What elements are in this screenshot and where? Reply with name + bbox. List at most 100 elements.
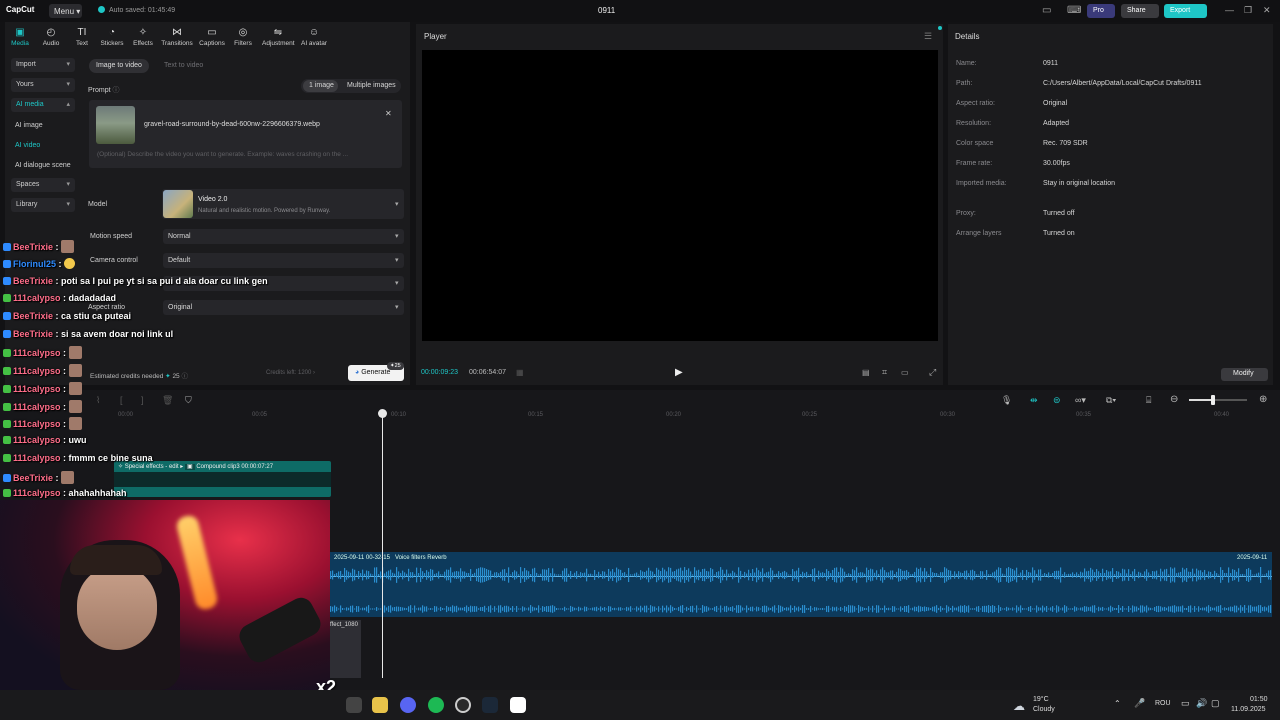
- language-indicator[interactable]: ROU: [1155, 700, 1171, 707]
- maximize-icon[interactable]: ❐: [1244, 5, 1252, 16]
- tool-captions[interactable]: ▭ Captions: [196, 27, 228, 47]
- wave-bar: [1032, 567, 1034, 583]
- model-select[interactable]: [162, 189, 404, 219]
- share-button[interactable]: Share: [1121, 4, 1159, 18]
- tab-text-to-video[interactable]: Text to video: [157, 59, 210, 73]
- ratio-icon[interactable]: ▭: [901, 368, 909, 377]
- minimize-icon[interactable]: —: [1225, 5, 1234, 15]
- layout-icon[interactable]: ▭: [1042, 5, 1051, 16]
- delete-icon[interactable]: 🗑: [162, 395, 173, 406]
- wave-bar: [506, 572, 508, 578]
- camera-select[interactable]: [163, 253, 404, 268]
- effect-clip[interactable]: [325, 620, 361, 678]
- tool-stickers[interactable]: ◔ Stickers: [96, 27, 128, 47]
- file-explorer-icon[interactable]: [372, 697, 388, 713]
- clock-time[interactable]: 01:50: [1250, 696, 1268, 703]
- tool-ai-avatar[interactable]: ☺ AI avatar: [298, 27, 330, 47]
- tool-adjustment[interactable]: ⇋ Adjustment: [262, 27, 295, 47]
- hamburger-icon[interactable]: ☰: [924, 31, 932, 42]
- wave-bar: [526, 570, 528, 580]
- zoom-slider-handle[interactable]: [1211, 395, 1215, 405]
- trim-right-icon[interactable]: ]: [141, 395, 144, 405]
- tool-filters[interactable]: ◎ Filters: [227, 27, 259, 47]
- wave-bar: [576, 571, 578, 579]
- capcut-icon[interactable]: [510, 697, 526, 713]
- sidebar-item-ai-image[interactable]: AI image: [15, 122, 43, 129]
- microphone-icon[interactable]: 🎙: [1001, 395, 1012, 406]
- wave-bar: [460, 607, 462, 611]
- spotify-icon[interactable]: [428, 697, 444, 713]
- export-button[interactable]: Export: [1164, 4, 1207, 18]
- wave-bar: [1130, 608, 1132, 610]
- detail-value: Stay in original location: [1043, 180, 1115, 187]
- crop-icon[interactable]: ⌗: [882, 367, 887, 378]
- remove-image-icon[interactable]: ✕: [385, 109, 392, 118]
- video-preview[interactable]: [422, 50, 938, 341]
- aspect-select[interactable]: [163, 300, 404, 315]
- link-icon[interactable]: ⇹: [1030, 395, 1038, 406]
- mic-tray-icon[interactable]: 🎤: [1134, 698, 1145, 709]
- multiple-images-button[interactable]: Multiple images: [347, 82, 396, 89]
- clock-date[interactable]: 11.09.2025: [1231, 706, 1266, 713]
- snap-icon[interactable]: ∞▾: [1075, 395, 1086, 406]
- discord-icon[interactable]: [400, 697, 416, 713]
- fit-icon[interactable]: ⊕: [1259, 394, 1267, 405]
- wave-bar: [812, 608, 814, 610]
- wave-bar: [522, 606, 524, 612]
- tool-text[interactable]: TI Text: [66, 27, 98, 47]
- network-icon[interactable]: ▭: [1181, 698, 1190, 709]
- modify-button[interactable]: Modify: [1221, 368, 1268, 381]
- one-image-button[interactable]: 1 image: [303, 80, 338, 92]
- fullscreen-icon[interactable]: ⤢: [929, 367, 936, 378]
- shield-icon[interactable]: ⛉: [185, 395, 192, 406]
- wave-bar: [830, 608, 832, 610]
- preview-axis-icon[interactable]: ⧉▾: [1106, 395, 1116, 406]
- magnet-icon[interactable]: ⊜: [1053, 395, 1061, 406]
- tool-effects[interactable]: ✧ Effects: [127, 27, 159, 47]
- tool-audio[interactable]: ◴ Audio: [35, 27, 67, 47]
- import-button[interactable]: Import ▾: [11, 58, 75, 72]
- chat-text: dadadadad: [68, 293, 117, 303]
- tab-image-to-video[interactable]: Image to video: [89, 59, 149, 73]
- playhead[interactable]: [382, 410, 383, 678]
- motion-select[interactable]: [163, 229, 404, 244]
- sidebar-item-ai-dialogue[interactable]: AI dialogue scene: [15, 162, 71, 169]
- spaces-button[interactable]: Spaces ▾: [11, 178, 75, 192]
- wave-bar: [744, 571, 746, 579]
- menu-button[interactable]: Menu ▾: [49, 4, 82, 18]
- wave-bar: [540, 573, 542, 577]
- credits-left[interactable]: Credits left: 1200 ›: [266, 370, 315, 376]
- close-icon[interactable]: ✕: [1263, 5, 1271, 16]
- battery-icon[interactable]: ▢: [1211, 698, 1220, 709]
- library-button[interactable]: Library ▾: [11, 198, 75, 212]
- wave-bar: [1224, 607, 1226, 611]
- subtitle-icon[interactable]: ▤: [862, 368, 870, 377]
- wave-bar: [970, 608, 972, 610]
- volume-icon[interactable]: 🔊: [1196, 698, 1207, 709]
- obs-icon[interactable]: [455, 697, 471, 713]
- wave-bar: [742, 574, 744, 576]
- zoom-out-icon[interactable]: ⊖: [1170, 394, 1178, 405]
- shortcut-icon[interactable]: ⌨: [1067, 5, 1081, 16]
- split-icon[interactable]: ⌇: [96, 395, 100, 406]
- wave-bar: [524, 568, 526, 582]
- tool-transitions[interactable]: ⋈ Transitions: [161, 27, 193, 47]
- pro-button[interactable]: Pro: [1087, 4, 1115, 18]
- tool-media[interactable]: ▣ Media: [4, 27, 36, 47]
- tray-chevron-icon[interactable]: ⌃: [1114, 699, 1121, 708]
- steam-icon[interactable]: [482, 697, 498, 713]
- yours-button[interactable]: Yours ▾: [11, 78, 75, 92]
- wave-bar: [946, 568, 948, 582]
- layers-icon[interactable]: ⌸: [1146, 395, 1151, 406]
- wave-bar: [992, 572, 994, 578]
- wave-bar: [674, 571, 676, 579]
- ai-media-button[interactable]: AI media ▴: [11, 98, 75, 112]
- app-icon[interactable]: [346, 697, 362, 713]
- timecode-icon[interactable]: ▦: [516, 368, 524, 377]
- wave-bar: [808, 608, 810, 610]
- playhead-handle[interactable]: [378, 409, 387, 418]
- wave-bar: [816, 574, 818, 576]
- trim-left-icon[interactable]: [: [120, 395, 123, 405]
- play-icon[interactable]: ▶: [675, 367, 683, 378]
- sidebar-item-ai-video[interactable]: AI video: [15, 142, 40, 149]
